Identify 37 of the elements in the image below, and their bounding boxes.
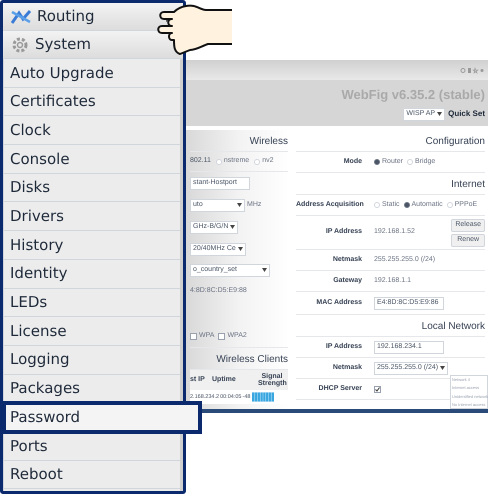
radio-button[interactable] (404, 202, 410, 208)
section-heading: Wireless Clients (216, 353, 288, 367)
section-heading: Configuration (426, 135, 485, 149)
dropdown-arrow-icon (440, 366, 446, 370)
dropdown-arrow-icon (437, 112, 442, 116)
submenu-item[interactable]: Clock (4, 116, 180, 146)
dropdown-arrow-icon (230, 225, 236, 229)
submenu-item[interactable]: Ports (4, 432, 180, 461)
gear-icon (11, 36, 29, 54)
submenu-item[interactable]: Identity (4, 260, 180, 288)
menu-item[interactable]: System (3, 31, 183, 59)
submenu-item[interactable]: License (4, 317, 180, 346)
submenu-item[interactable]: Disks (4, 174, 180, 202)
section-heading: Wireless (250, 135, 288, 149)
checkbox[interactable] (218, 333, 226, 340)
submenu-item[interactable]: Auto Upgrade (4, 59, 180, 88)
submenu-item[interactable]: Logging (4, 346, 180, 375)
dropdown-arrow-icon (262, 268, 267, 272)
quick-set-label: Quick Set (448, 108, 485, 120)
submenu-item[interactable]: Console (4, 145, 180, 174)
section-heading: Internet (451, 178, 485, 192)
submenu-item[interactable]: LEDs (4, 288, 180, 318)
submenu-item[interactable]: History (4, 231, 180, 260)
radio-button[interactable] (374, 159, 380, 165)
submenu-item[interactable]: Certificates (4, 88, 180, 116)
toolbar-icons (460, 66, 484, 74)
checkbox[interactable] (374, 386, 381, 392)
checkbox[interactable] (190, 333, 197, 340)
menu-item[interactable]: Routing (3, 3, 183, 31)
route-icon (11, 8, 31, 24)
submenu-item[interactable]: Drivers (4, 202, 180, 232)
signal-strength-bar-icon (252, 392, 274, 402)
submenu-item[interactable]: Reboot (4, 460, 180, 490)
dropdown-arrow-icon (237, 203, 242, 207)
section-heading: Local Network (422, 320, 485, 334)
dropdown-arrow-icon (238, 247, 243, 251)
submenu-item[interactable]: Password (4, 403, 200, 432)
